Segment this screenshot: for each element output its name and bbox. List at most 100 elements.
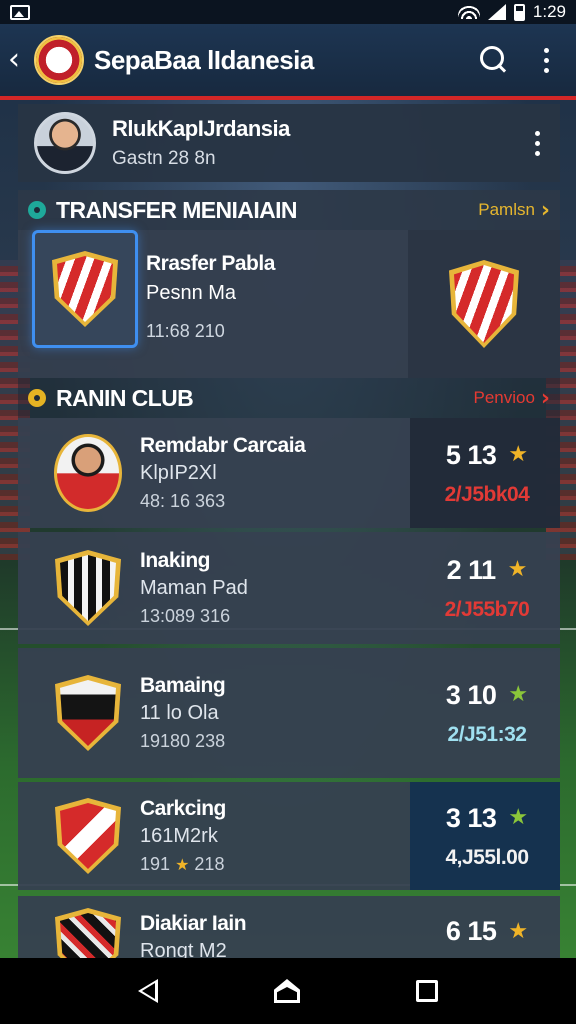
ranking-amount: 2/J55b70 (444, 597, 530, 621)
ranking-score: 5 13 (445, 439, 497, 470)
transfer-section-icon (28, 201, 46, 219)
ranking-row-main: Bamaing 11 lo Ola 19180 238 (18, 648, 410, 778)
ranking-amount: 2/J51:32 (447, 722, 527, 746)
profile-text: RlukKapIJrdansia Gastn 28 8n (112, 116, 535, 170)
club-badge (52, 548, 124, 628)
transfer-card[interactable]: Rrasfer Pabla Pesnn Ma 11:68 210 (18, 230, 560, 378)
ranking-amount: 4,J55l.00 (445, 845, 529, 869)
score-line: 3 13 ★ (446, 803, 528, 834)
player-avatar (54, 434, 122, 512)
ranking-row-main: Carkcing 161M2rk 191 ★ 218 (18, 782, 410, 890)
star-icon: ★ (508, 918, 529, 944)
ranking-name: Inaking (140, 549, 211, 572)
ranking-row-main: Diakiar Iain Rongt M2 (18, 896, 410, 963)
transfer-club-shield (449, 260, 519, 348)
profile-more-icon[interactable] (535, 130, 540, 156)
ranking-section-header: RANIN CLUB Penvioo › (18, 378, 560, 418)
ranking-meta: 19180 238 (140, 731, 226, 751)
score-line: 2 11 ★ (447, 555, 528, 586)
ranking-score-panel: 3 10 ★ 2/J51:32 (410, 648, 560, 778)
ranking-row[interactable]: Inaking Maman Pad 13:089 316 2 11 ★ 2/J5… (18, 532, 560, 644)
clock: 1:29 (532, 2, 566, 21)
ranking-name: Diakiar Iain (140, 912, 247, 935)
ranking-amount: 2/J5bk04 (444, 482, 530, 506)
transfer-info: Rrasfer Pabla Pesnn Ma 11:68 210 (146, 230, 275, 342)
nav-recent-icon[interactable] (416, 980, 438, 1002)
profile-subtitle: Gastn 28 8n (112, 148, 216, 169)
status-indicators: 1:29 (457, 2, 566, 22)
club-badge (52, 796, 124, 876)
ranking-section-title: RANIN CLUB (56, 384, 194, 411)
ranking-subtitle: 161M2rk (140, 825, 218, 847)
profile-card[interactable]: RlukKapIJrdansia Gastn 28 8n (18, 104, 560, 182)
score-line: 6 15 ★ (446, 916, 528, 947)
ranking-info: Bamaing 11 lo Ola 19180 238 (140, 674, 226, 752)
ranking-info: Carkcing 161M2rk 191 ★ 218 (140, 797, 226, 875)
ranking-subtitle: 11 lo Ola (140, 702, 219, 724)
ranking-meta: 191 ★ 218 (140, 854, 226, 875)
ranking-name: Carkcing (140, 797, 226, 820)
club-badge (52, 908, 124, 958)
transfer-meta: 11:68 210 (146, 321, 225, 341)
ranking-info: Remdabr Carcaia KlpIP2Xl 48: 16 363 (140, 434, 306, 512)
status-bar: 1:29 (0, 0, 576, 24)
star-icon: ★ (508, 442, 529, 467)
player-badge (52, 433, 124, 513)
transfer-card-main: Rrasfer Pabla Pesnn Ma 11:68 210 (18, 230, 408, 378)
system-nav-bar (0, 958, 576, 1024)
transfer-section-title: TRANSFER MENIAIAIN (56, 196, 298, 223)
score-line: 3 10 ★ (446, 680, 528, 711)
star-icon: ★ (175, 855, 190, 874)
ranking-meta: 48: 16 363 (140, 491, 226, 511)
ranking-subtitle: Maman Pad (140, 577, 248, 599)
star-icon: ★ (508, 805, 529, 830)
ranking-score: 3 13 (445, 802, 497, 833)
star-icon: ★ (507, 557, 528, 582)
transfer-player-thumbnail[interactable] (32, 230, 138, 348)
club-shield (55, 675, 121, 751)
chevron-right-icon[interactable]: › (541, 198, 550, 223)
club-logo (34, 35, 84, 85)
more-vert-icon[interactable] (536, 47, 556, 73)
club-badge (52, 673, 124, 753)
chevron-right-icon[interactable]: › (541, 386, 550, 411)
ranking-name: Bamaing (140, 674, 226, 697)
nav-home-icon[interactable] (274, 979, 300, 1003)
ranking-row-main: Inaking Maman Pad 13:089 316 (18, 532, 410, 644)
ranking-row[interactable]: Bamaing 11 lo Ola 19180 238 3 10 ★ 2/J51… (18, 648, 560, 778)
back-arrow-icon[interactable]: ‹ (8, 45, 30, 75)
ranking-row-main: Remdabr Carcaia KlpIP2Xl 48: 16 363 (18, 418, 410, 528)
profile-name: RlukKapIJrdansia (112, 116, 290, 141)
app-title: SepaBaa lIdanesia (94, 44, 314, 75)
ranking-score-panel: 5 13 ★ 2/J5bk04 (410, 418, 560, 528)
ranking-info: Inaking Maman Pad 13:089 316 (140, 549, 248, 627)
app-bar: ‹ SepaBaa lIdanesia (0, 24, 576, 100)
ranking-info: Diakiar Iain Rongt M2 (140, 908, 247, 963)
transfer-see-all-link[interactable]: Pamlsn (478, 200, 535, 220)
transfer-club-panel (408, 230, 560, 378)
transfer-section-header: TRANSFER MENIAIAIN Pamlsn › (18, 190, 560, 230)
ranking-score: 3 10 (445, 679, 497, 710)
ranking-score-panel: 2 11 ★ 2/J55b70 (410, 532, 560, 644)
ranking-score: 6 15 (445, 916, 497, 946)
wifi-icon (457, 5, 480, 19)
star-icon: ★ (508, 682, 529, 707)
battery-icon (513, 3, 525, 21)
ranking-row[interactable]: Carkcing 161M2rk 191 ★ 218 3 13 ★ 4,J55l… (18, 782, 560, 890)
ranking-meta-left: 191 (140, 854, 171, 874)
signal-icon (487, 4, 506, 20)
club-shield (55, 908, 121, 958)
ranking-name: Remdabr Carcaia (140, 434, 306, 457)
transfer-name: Rrasfer Pabla (146, 252, 275, 275)
score-line: 5 13 ★ (446, 440, 528, 471)
club-shield (55, 550, 121, 626)
ranking-see-all-link[interactable]: Penvioo (473, 388, 534, 408)
ranking-subtitle: KlpIP2Xl (140, 462, 217, 484)
ranking-section-icon (28, 389, 46, 407)
ranking-row[interactable]: Diakiar Iain Rongt M2 6 15 ★ (18, 896, 560, 962)
ranking-row[interactable]: Remdabr Carcaia KlpIP2Xl 48: 16 363 5 13… (18, 418, 560, 528)
ranking-meta-right: 218 (194, 854, 225, 874)
nav-back-icon[interactable] (138, 979, 158, 1003)
search-icon[interactable] (478, 44, 510, 76)
ranking-score: 2 11 (446, 554, 497, 585)
